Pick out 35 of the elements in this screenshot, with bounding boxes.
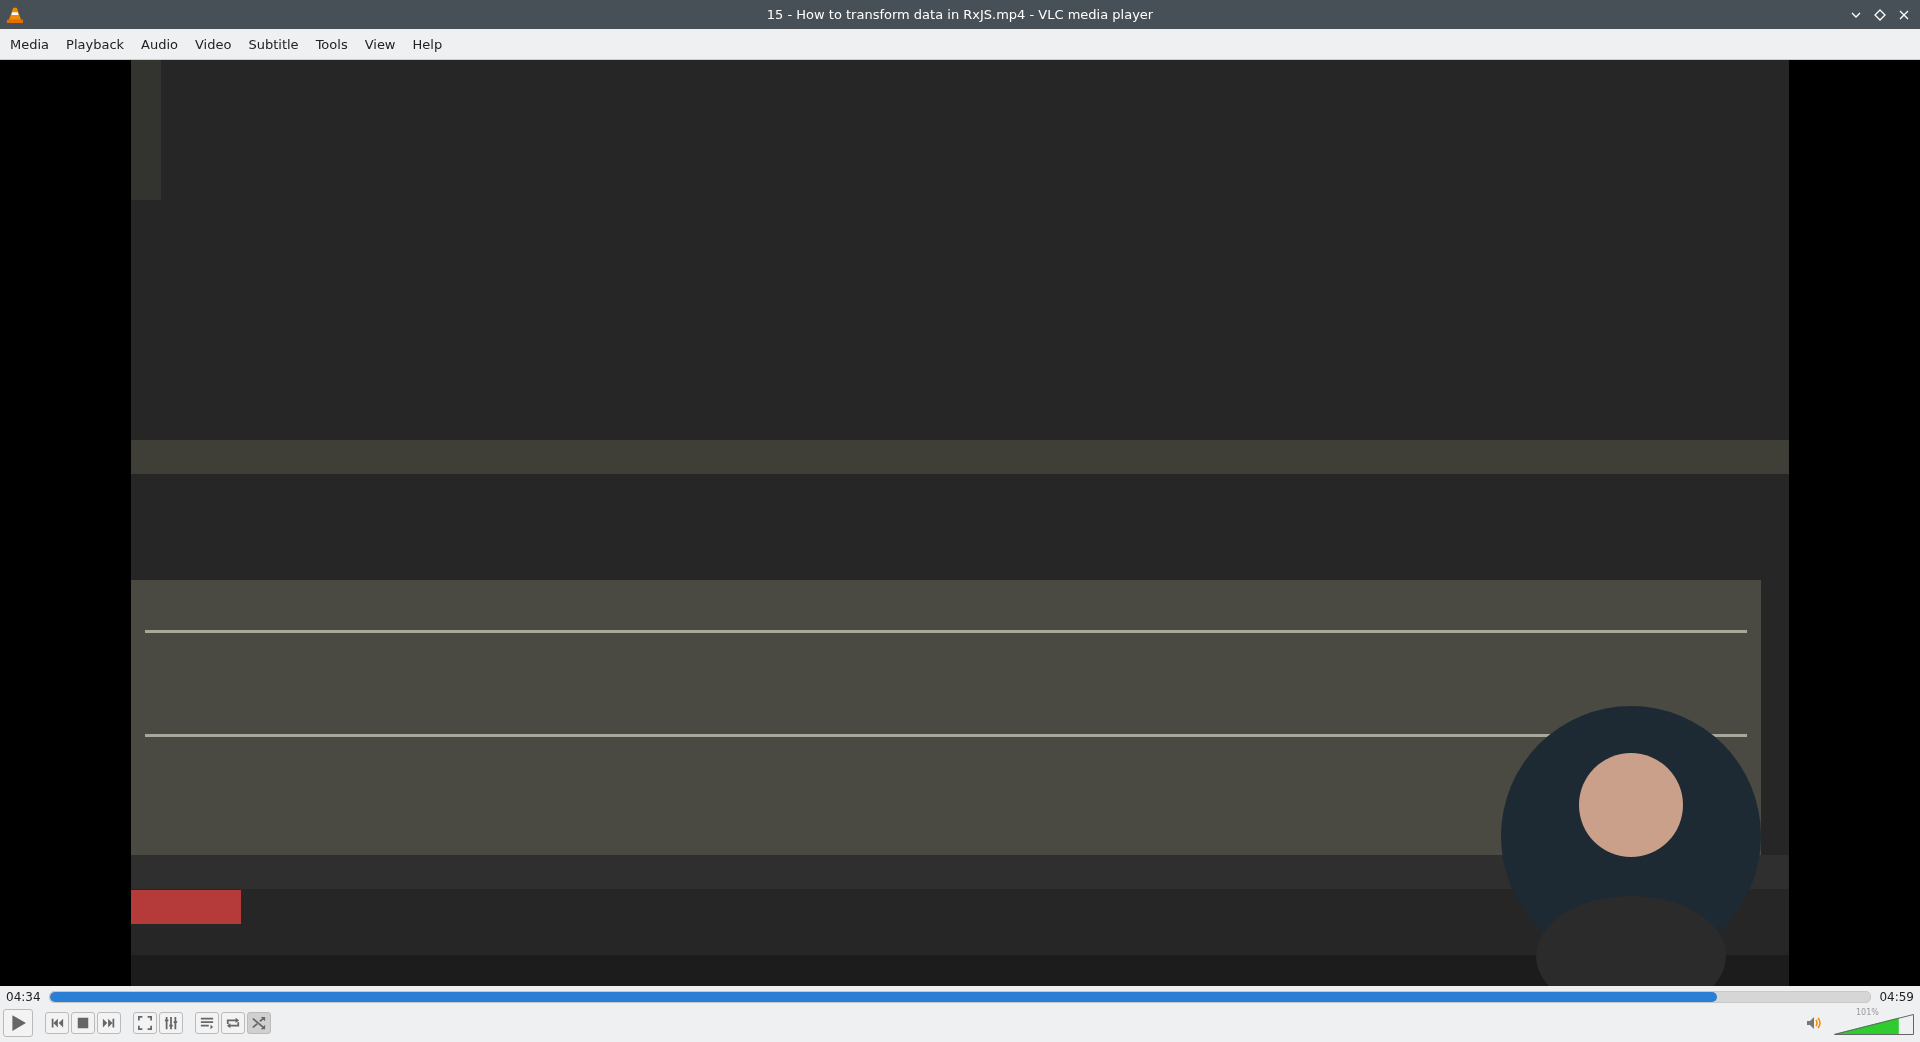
volume-reading: 101% (1856, 1008, 1879, 1017)
traffic-cone-icon (6, 5, 24, 24)
seek-slider[interactable] (48, 991, 1872, 1003)
total-time: 04:59 (1879, 990, 1914, 1004)
loop-icon (226, 1016, 240, 1030)
next-icon (102, 1016, 116, 1030)
sliders-icon (164, 1016, 178, 1030)
settings-button[interactable] (159, 1012, 183, 1034)
menu-item[interactable]: Audio (133, 36, 187, 52)
menu-item[interactable]: Help (404, 36, 452, 52)
loop-button[interactable] (221, 1012, 245, 1034)
speaker-icon[interactable] (1806, 1015, 1822, 1031)
fullscreen-button[interactable] (133, 1012, 157, 1034)
elapsed-time: 04:34 (6, 990, 41, 1004)
stop-button[interactable] (71, 1012, 95, 1034)
menu-item[interactable]: Subtitle (240, 36, 308, 52)
previous-icon (50, 1016, 64, 1030)
shuffle-icon (252, 1016, 266, 1030)
maximize-icon[interactable] (1874, 8, 1886, 21)
menu-item[interactable]: Tools (307, 36, 357, 52)
next-button[interactable] (97, 1012, 121, 1034)
menu-item[interactable]: View (356, 36, 405, 52)
play-icon (9, 1014, 27, 1032)
play-button[interactable] (3, 1009, 33, 1037)
menu-item[interactable]: Media (2, 36, 59, 52)
fullscreen-icon (138, 1016, 152, 1030)
random-button[interactable] (247, 1012, 271, 1034)
stop-icon (76, 1016, 90, 1030)
previous-button[interactable] (45, 1012, 69, 1034)
playlist-button[interactable] (195, 1012, 219, 1034)
close-icon[interactable] (1898, 8, 1910, 21)
playlist-icon (200, 1016, 214, 1030)
menu-item[interactable]: Playback (58, 36, 134, 52)
window-title: 15 - How to transform data in RxJS.mp4 - VLC media player (766, 7, 1154, 22)
menu-item[interactable]: Video (187, 36, 241, 52)
